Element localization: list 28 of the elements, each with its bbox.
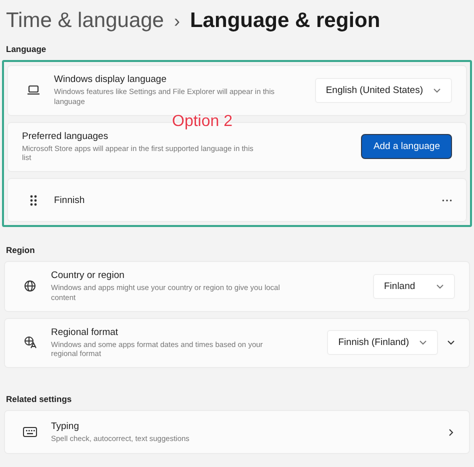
setting-title: Country or region xyxy=(51,270,126,281)
section-heading: Region xyxy=(5,245,36,255)
laptop-icon xyxy=(26,85,40,96)
setting-title: Regional format xyxy=(51,326,120,338)
dropdown[interactable]: Finnish (Finland) xyxy=(327,330,438,356)
drag-handle-icon[interactable] xyxy=(30,194,36,206)
globe-icon xyxy=(24,280,36,292)
setting-title: Finnish xyxy=(54,194,86,206)
section-heading: Related settings xyxy=(5,394,73,404)
setting-title: Preferred languages xyxy=(22,130,110,142)
chevron-right-icon xyxy=(448,428,454,436)
chevron-down-icon xyxy=(436,284,444,289)
setting-title: Typing xyxy=(51,420,80,432)
dropdown[interactable]: Finland xyxy=(373,274,455,299)
regional-format-icon xyxy=(24,336,36,350)
more-options-icon[interactable] xyxy=(442,198,452,202)
page-title: Language & region xyxy=(190,9,380,33)
annotation-label: Option 2 xyxy=(172,113,232,131)
keyboard-icon xyxy=(23,427,37,437)
setting-title: Windows display language xyxy=(54,74,168,85)
add-language-button[interactable]: Add a language xyxy=(361,134,452,160)
breadcrumb-parent[interactable]: Time & language xyxy=(6,9,164,33)
dropdown[interactable]: English (United States) xyxy=(314,78,452,103)
section-heading: Language xyxy=(5,44,48,54)
expand-chevron-icon xyxy=(447,340,455,346)
chevron-down-icon xyxy=(433,88,441,93)
chevron-down-icon xyxy=(419,340,427,346)
breadcrumb-separator: › xyxy=(174,10,180,32)
